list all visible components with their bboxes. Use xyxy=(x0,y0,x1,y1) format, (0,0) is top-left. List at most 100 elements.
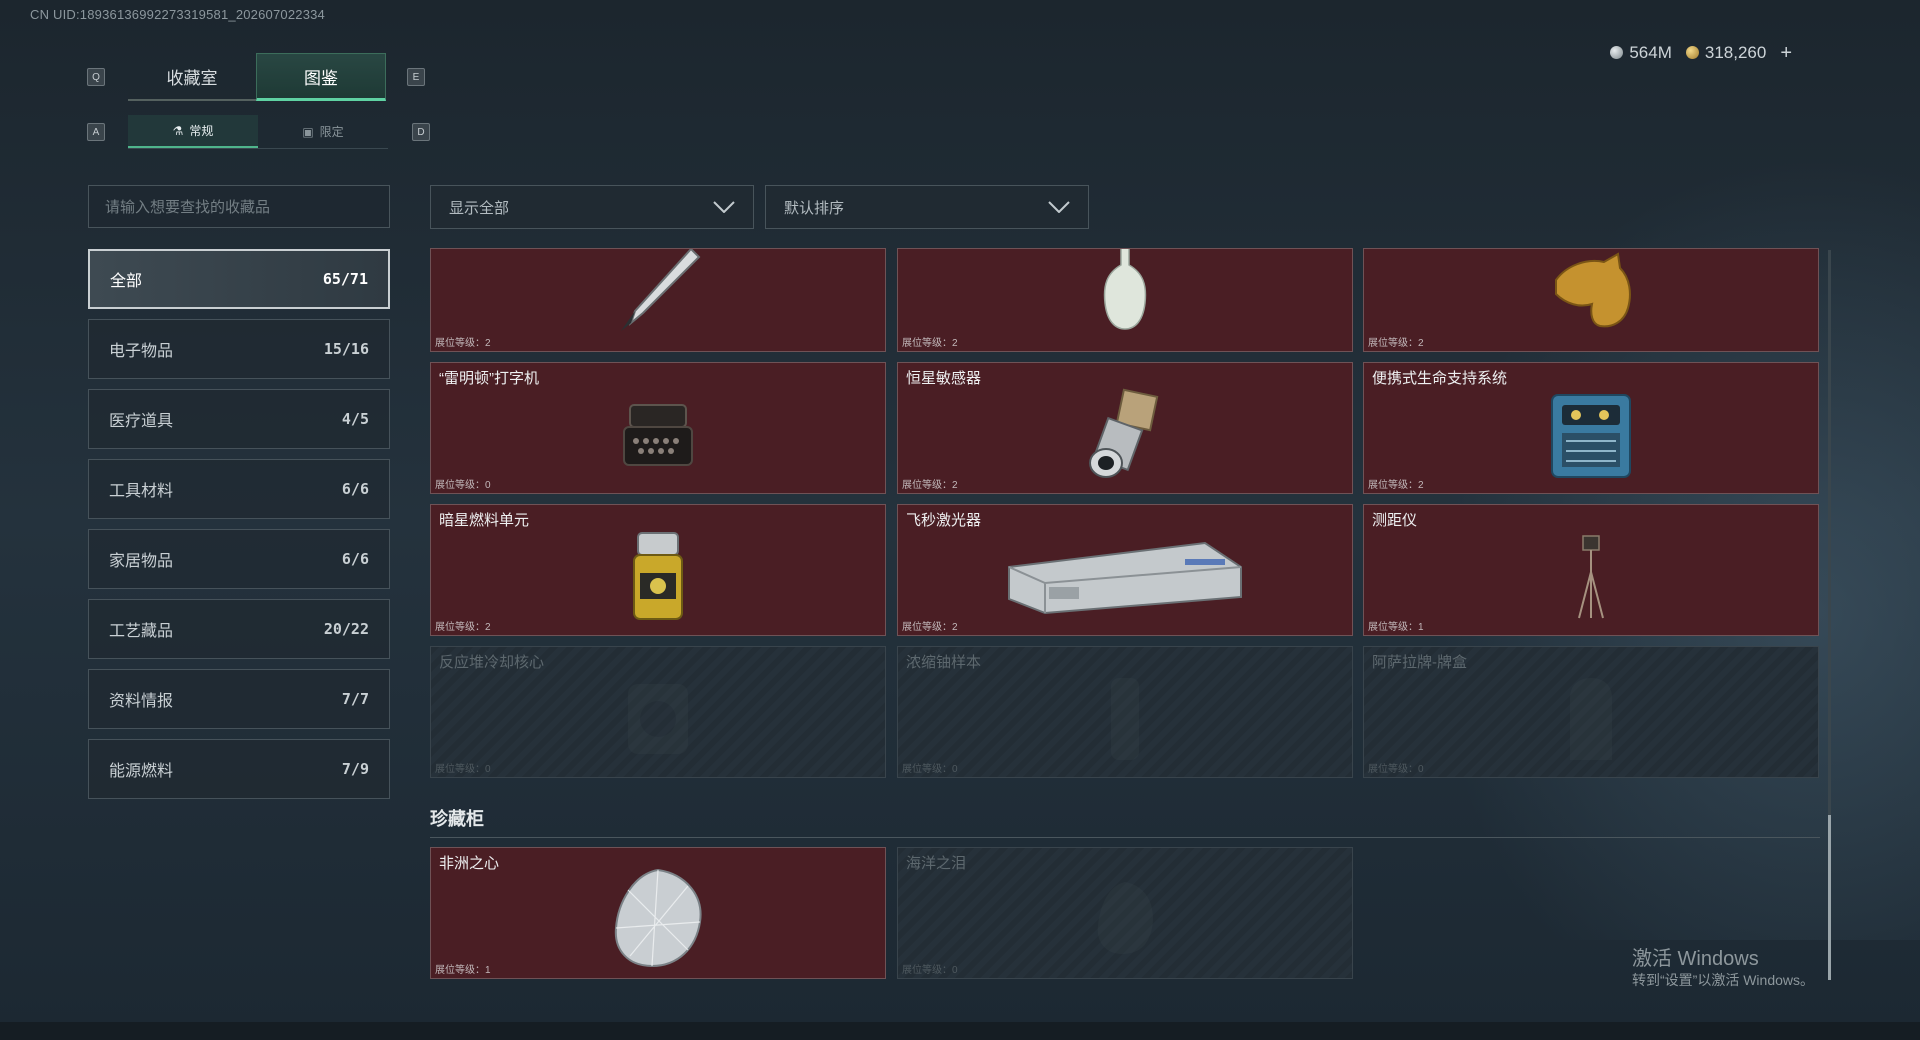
subtab-limited-label: 限定 xyxy=(319,125,344,139)
tab-codex[interactable]: 图鉴 xyxy=(256,53,386,101)
item-level: 展位等级：1 xyxy=(435,965,491,976)
collection-item-card[interactable]: 展位等级：2 xyxy=(897,248,1353,352)
category-tools[interactable]: 工具材料 6/6 xyxy=(88,459,390,519)
category-label: 工具材料 xyxy=(109,483,174,500)
item-name: 暗星燃料单元 xyxy=(439,512,530,529)
fuel-canister-icon xyxy=(633,531,683,620)
category-label: 全部 xyxy=(110,273,143,290)
gem-silhouette-icon xyxy=(1097,882,1153,955)
item-name: 恒星敏感器 xyxy=(906,370,982,387)
item-name: 海洋之泪 xyxy=(906,855,967,872)
item-name: 便携式生命支持系统 xyxy=(1372,370,1508,387)
coins-value: 564M xyxy=(1629,43,1672,62)
subtab-regular[interactable]: ⚗ 常规 xyxy=(128,115,258,148)
cabinet-item-card-locked[interactable]: 海洋之泪 展位等级：0 xyxy=(897,847,1353,979)
filter-dropdown[interactable]: 显示全部 xyxy=(430,185,754,229)
item-level: 展位等级：2 xyxy=(902,622,958,633)
filter-dropdown-value: 显示全部 xyxy=(449,199,510,217)
item-name: “雷明顿”打字机 xyxy=(439,370,539,387)
collection-item-card[interactable]: 飞秒激光器 展位等级：2 xyxy=(897,504,1353,636)
sort-dropdown-value: 默认排序 xyxy=(784,199,845,217)
item-name: 飞秒激光器 xyxy=(906,512,982,529)
golden-horse-head-icon xyxy=(1555,252,1631,328)
collection-item-card[interactable]: 恒星敏感器 展位等级：2 xyxy=(897,362,1353,494)
currency-bar: 564M 318,260 + xyxy=(1610,40,1792,66)
fountain-pen-icon xyxy=(621,249,701,331)
star-sensor-icon xyxy=(1089,388,1159,478)
rangefinder-tripod-icon xyxy=(1578,534,1604,618)
diamond-icon xyxy=(614,869,702,968)
main-tabs: 收藏室 图鉴 xyxy=(128,53,386,101)
collection-item-card[interactable]: 展位等级：2 xyxy=(430,248,886,352)
category-count: 6/6 xyxy=(341,480,369,498)
item-level: 展位等级：2 xyxy=(435,622,491,633)
femtosecond-laser-icon xyxy=(1008,541,1242,614)
sub-tabs: ⚗ 常规 ▣ 限定 xyxy=(128,115,388,149)
item-level: 展位等级：2 xyxy=(435,338,491,349)
cabinet-item-card[interactable]: 非洲之心 展位等级：1 xyxy=(430,847,886,979)
category-label: 工艺藏品 xyxy=(109,623,174,640)
key-hint-q: Q xyxy=(87,68,105,86)
gold-display: 318,260 xyxy=(1685,43,1767,63)
category-medical[interactable]: 医疗道具 4/5 xyxy=(88,389,390,449)
item-name: 浓缩铀样本 xyxy=(906,654,982,671)
collection-item-card[interactable]: “雷明顿”打字机 展位等级：0 xyxy=(430,362,886,494)
image-icon: ▣ xyxy=(302,124,314,139)
item-level: 展位等级：0 xyxy=(435,480,491,491)
item-level: 展位等级：2 xyxy=(1368,338,1424,349)
category-label: 资料情报 xyxy=(109,693,174,710)
item-level: 展位等级：0 xyxy=(1368,764,1424,775)
category-count: 7/9 xyxy=(341,760,369,778)
section-title-cabinet: 珍藏柜 xyxy=(430,809,484,829)
silver-coin-icon xyxy=(1610,46,1624,59)
collection-item-card[interactable]: 展位等级：2 xyxy=(1363,248,1819,352)
category-electronics[interactable]: 电子物品 15/16 xyxy=(88,319,390,379)
scrollbar[interactable] xyxy=(1828,250,1831,980)
key-hint-d: D xyxy=(412,123,430,141)
item-level: 展位等级：2 xyxy=(902,480,958,491)
activation-watermark-title: 激活 Windows xyxy=(1632,948,1759,970)
uranium-sample-silhouette-icon xyxy=(1111,677,1139,760)
category-household[interactable]: 家居物品 6/6 xyxy=(88,529,390,589)
item-name: 非洲之心 xyxy=(439,855,500,872)
collection-item-card-locked[interactable]: 阿萨拉牌-牌盒 展位等级：0 xyxy=(1363,646,1819,778)
add-currency-button[interactable]: + xyxy=(1780,42,1792,65)
bottom-bar xyxy=(0,1022,1920,1040)
category-all[interactable]: 全部 65/71 xyxy=(88,249,390,309)
category-count: 65/71 xyxy=(322,270,368,288)
search-input[interactable]: 请输入想要查找的收藏品 xyxy=(88,185,390,228)
collection-item-card-locked[interactable]: 浓缩铀样本 展位等级：0 xyxy=(897,646,1353,778)
item-name: 反应堆冷却核心 xyxy=(439,654,545,671)
tab-collection-room[interactable]: 收藏室 xyxy=(128,53,256,101)
item-name: 测距仪 xyxy=(1372,512,1418,529)
collection-item-card[interactable]: 暗星燃料单元 展位等级：2 xyxy=(430,504,886,636)
gold-value: 318,260 xyxy=(1704,43,1767,62)
item-level: 展位等级：0 xyxy=(435,764,491,775)
collection-item-card[interactable]: 便携式生命支持系统 展位等级：2 xyxy=(1363,362,1819,494)
category-intel[interactable]: 资料情报 7/7 xyxy=(88,669,390,729)
typewriter-icon xyxy=(623,403,693,466)
scrollbar-thumb[interactable] xyxy=(1828,815,1831,980)
chevron-down-icon xyxy=(713,201,735,213)
porcelain-vase-icon xyxy=(1103,249,1147,330)
item-level: 展位等级：0 xyxy=(902,965,958,976)
category-energy[interactable]: 能源燃料 7/9 xyxy=(88,739,390,799)
item-level: 展位等级：2 xyxy=(1368,480,1424,491)
subtab-regular-label: 常规 xyxy=(189,124,214,138)
activation-watermark-hint: 转到“设置”以激活 Windows。 xyxy=(1632,972,1815,988)
coins-display: 564M xyxy=(1610,43,1672,63)
category-label: 电子物品 xyxy=(109,343,174,360)
category-crafts[interactable]: 工艺藏品 20/22 xyxy=(88,599,390,659)
category-count: 15/16 xyxy=(323,340,369,358)
subtab-limited[interactable]: ▣ 限定 xyxy=(258,115,388,148)
reactor-core-silhouette-icon xyxy=(628,683,688,754)
category-count: 7/7 xyxy=(341,690,369,708)
player-uid: CN UID:18936136992273319581_202607022334 xyxy=(30,7,325,22)
collection-item-card[interactable]: 测距仪 展位等级：1 xyxy=(1363,504,1819,636)
sort-dropdown[interactable]: 默认排序 xyxy=(765,185,1089,229)
category-count: 6/6 xyxy=(341,550,369,568)
life-support-system-icon xyxy=(1551,393,1631,478)
section-divider xyxy=(430,837,1820,838)
card-box-silhouette-icon xyxy=(1570,677,1612,760)
collection-item-card-locked[interactable]: 反应堆冷却核心 展位等级：0 xyxy=(430,646,886,778)
